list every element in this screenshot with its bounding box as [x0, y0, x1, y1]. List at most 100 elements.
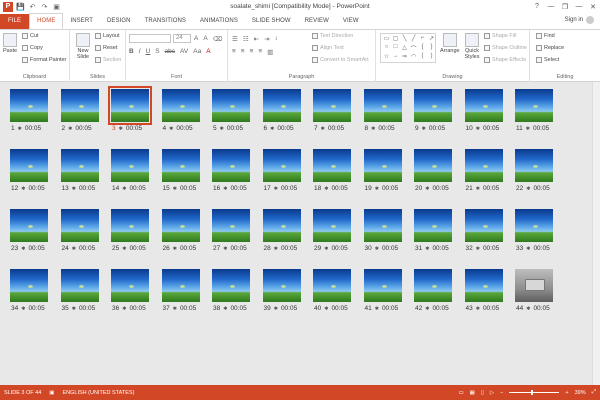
slide-thumbnail[interactable] — [515, 209, 553, 242]
slide-thumbnail[interactable] — [464, 149, 503, 182]
zoom-slider-thumb[interactable] — [531, 390, 534, 395]
transition-star-icon[interactable]: ✱ — [425, 186, 429, 192]
shape-paren-left-icon[interactable]: ( — [418, 53, 427, 62]
shape-block-arrow-icon[interactable]: ⇒ — [400, 53, 409, 62]
transition-star-icon[interactable]: ✱ — [324, 246, 328, 252]
transition-star-icon[interactable]: ✱ — [72, 186, 76, 192]
slide-thumbnail[interactable] — [464, 89, 503, 122]
tab-design[interactable]: DESIGN — [100, 14, 138, 29]
slide-thumbnail[interactable] — [60, 209, 99, 242]
slide-thumbnail[interactable] — [464, 269, 503, 302]
slide-thumbnail[interactable] — [262, 89, 301, 122]
transition-star-icon[interactable]: ✱ — [371, 126, 375, 132]
language-status[interactable]: ENGLISH (UNITED STATES) — [63, 390, 135, 396]
tab-home[interactable]: HOME — [29, 13, 64, 29]
reset-button[interactable]: Reset — [95, 45, 117, 51]
slide-thumbnail[interactable] — [60, 269, 99, 302]
underline-button[interactable]: U — [146, 48, 151, 55]
zoom-slider[interactable] — [509, 390, 560, 395]
slide-thumbnail[interactable] — [414, 269, 452, 302]
copy-button[interactable]: Copy — [22, 45, 43, 51]
transition-star-icon[interactable]: ✱ — [173, 246, 177, 252]
transition-star-icon[interactable]: ✱ — [375, 246, 379, 252]
zoom-level[interactable]: 39% — [575, 390, 586, 396]
shape-brace-right-icon[interactable]: } — [427, 44, 436, 53]
slide-thumbnail[interactable] — [10, 269, 48, 302]
shape-rectangle-icon[interactable]: ▭ — [382, 35, 391, 44]
slide-thumbnail[interactable] — [111, 149, 149, 182]
align-center-icon[interactable]: ≡ — [241, 48, 245, 56]
justify-icon[interactable]: ≡ — [258, 48, 262, 56]
transition-star-icon[interactable]: ✱ — [476, 126, 480, 132]
strikethrough-button[interactable]: abc — [165, 48, 175, 55]
help-button[interactable]: ? — [530, 0, 544, 13]
slide-thumbnail[interactable] — [111, 269, 149, 302]
transition-star-icon[interactable]: ✱ — [422, 126, 426, 132]
transition-star-icon[interactable]: ✱ — [72, 306, 76, 312]
section-button[interactable]: Section — [95, 57, 121, 63]
shape-star-icon[interactable]: ☆ — [382, 53, 391, 62]
shadow-button[interactable]: S — [155, 48, 159, 55]
transition-star-icon[interactable]: ✱ — [223, 186, 227, 192]
sign-in[interactable]: Sign in — [565, 16, 594, 24]
align-right-icon[interactable]: ≡ — [250, 48, 254, 56]
shape-curve-icon[interactable]: ◠ — [409, 53, 418, 62]
shape-triangle-icon[interactable]: △ — [400, 44, 409, 53]
convert-smartart-button[interactable]: Convert to SmartArt — [312, 57, 369, 63]
numbering-icon[interactable]: ☷ — [243, 35, 249, 43]
shape-square-icon[interactable]: □ — [391, 44, 400, 53]
transition-star-icon[interactable]: ✱ — [122, 306, 126, 312]
cut-button[interactable]: Cut — [22, 33, 39, 39]
tab-review[interactable]: REVIEW — [298, 14, 336, 29]
shape-arc-icon[interactable]: ⌒ — [409, 44, 418, 53]
shape-right-arrow-icon[interactable]: → — [391, 53, 400, 62]
transition-star-icon[interactable]: ✱ — [274, 186, 278, 192]
vertical-scrollbar[interactable] — [592, 82, 600, 385]
shape-arrow-icon[interactable]: ↗ — [427, 35, 436, 44]
transition-star-icon[interactable]: ✱ — [321, 126, 325, 132]
redo-icon[interactable]: ↷ — [40, 2, 49, 11]
fit-window-icon[interactable]: ⤢ — [592, 389, 596, 396]
ribbon-display-button[interactable]: — — [544, 0, 558, 13]
transition-star-icon[interactable]: ✱ — [476, 246, 480, 252]
transition-star-icon[interactable]: ✱ — [122, 186, 126, 192]
bullets-icon[interactable]: ☰ — [232, 35, 238, 43]
layout-button[interactable]: Layout — [95, 33, 120, 39]
italic-button[interactable]: I — [139, 48, 141, 55]
start-slideshow-icon[interactable]: ▣ — [52, 2, 61, 11]
slide-thumbnail[interactable] — [313, 269, 351, 302]
transition-star-icon[interactable]: ✱ — [526, 306, 530, 312]
transition-star-icon[interactable]: ✱ — [220, 126, 224, 132]
transition-star-icon[interactable]: ✱ — [223, 306, 227, 312]
minimize-button[interactable]: — — [572, 0, 586, 13]
shape-oval-icon[interactable]: ○ — [382, 44, 391, 53]
slide-thumbnail[interactable] — [262, 209, 301, 242]
transition-star-icon[interactable]: ✱ — [526, 186, 530, 192]
transition-star-icon[interactable]: ✱ — [173, 306, 177, 312]
spacing-button[interactable]: AV — [180, 48, 188, 55]
transition-star-icon[interactable]: ✱ — [526, 126, 530, 132]
slide-thumbnail[interactable] — [363, 149, 402, 182]
slide-thumbnail[interactable] — [515, 149, 553, 182]
slide-thumbnail[interactable] — [212, 149, 250, 182]
undo-icon[interactable]: ↶ — [28, 2, 37, 11]
format-painter-button[interactable]: Format Painter — [22, 57, 66, 63]
slide-thumbnail[interactable] — [161, 89, 200, 122]
shape-connector-icon[interactable]: ⌐ — [418, 35, 427, 44]
transition-star-icon[interactable]: ✱ — [274, 246, 278, 252]
transition-star-icon[interactable]: ✱ — [270, 126, 274, 132]
shape-brace-left-icon[interactable]: { — [418, 44, 427, 53]
paste-button[interactable]: Paste — [3, 33, 17, 54]
transition-star-icon[interactable]: ✱ — [72, 246, 76, 252]
transition-star-icon[interactable]: ✱ — [526, 246, 530, 252]
slide-thumbnail[interactable] — [414, 209, 452, 242]
reading-view-icon[interactable]: ▯ — [481, 390, 484, 396]
grow-font-icon[interactable]: A — [194, 35, 198, 43]
bold-button[interactable]: B — [129, 48, 134, 55]
slide-thumbnail[interactable] — [363, 269, 402, 302]
tab-transitions[interactable]: TRANSITIONS — [138, 14, 193, 29]
transition-star-icon[interactable]: ✱ — [425, 306, 429, 312]
transition-star-icon[interactable]: ✱ — [68, 126, 72, 132]
slide-thumbnail[interactable] — [414, 89, 452, 122]
close-button[interactable]: ✕ — [586, 0, 600, 13]
